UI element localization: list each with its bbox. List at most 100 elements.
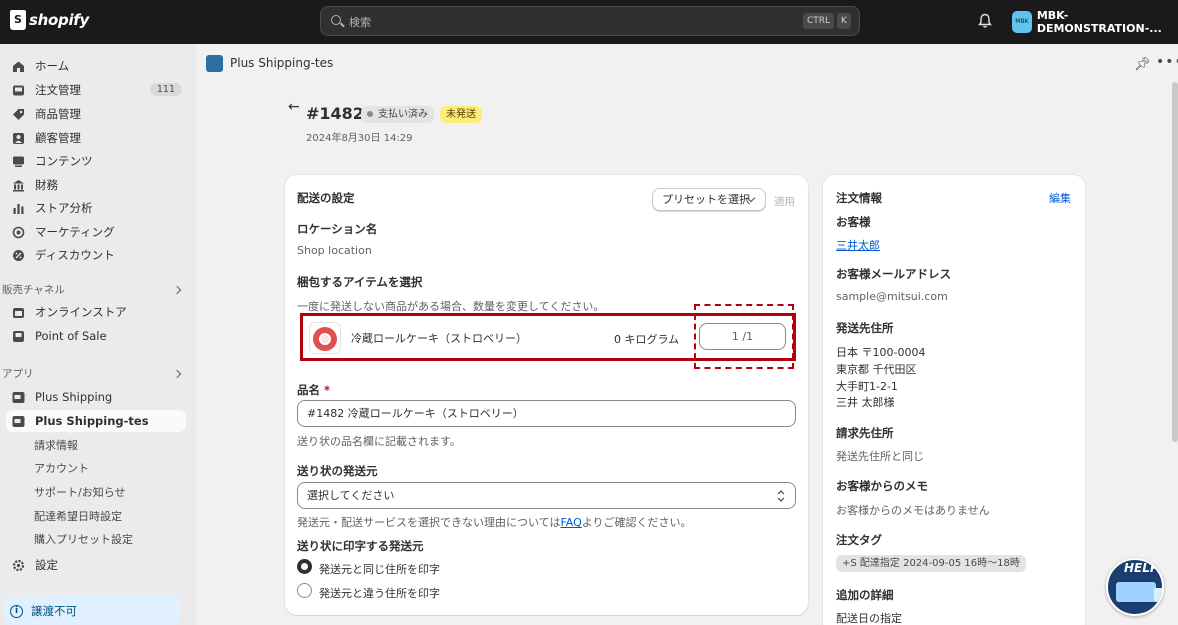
sub-item-purchase-preset[interactable]: 購入プリセット設定 xyxy=(34,531,133,547)
quantity-input[interactable]: 1 /1 xyxy=(699,323,786,350)
sender-help-prefix: 発送元・配送サービスを選択できない理由については xyxy=(297,516,561,529)
bell-icon[interactable] xyxy=(978,13,992,29)
additional-details-value: 配送日の指定 xyxy=(836,612,902,625)
sub-item-account[interactable]: アカウント xyxy=(34,460,89,476)
store-menu[interactable]: MBK MBK-DEMONSTRATION-... xyxy=(1012,9,1178,35)
shopify-bag-icon xyxy=(10,10,26,30)
more-actions-icon[interactable]: ••• xyxy=(1156,54,1178,70)
app-title-bar: Plus Shipping-tes 📌︎ ••• xyxy=(196,44,1178,82)
sidebar-item-discounts[interactable]: ディスカウント xyxy=(6,244,186,266)
sidebar-item-label: 設定 xyxy=(35,558,58,572)
order-tag-chip: +S 配達指定 2024-09-05 16時〜18時 xyxy=(836,555,1026,572)
pin-icon[interactable]: 📌︎ xyxy=(1134,57,1151,72)
content-icon xyxy=(13,156,24,167)
top-bar: shopify 検索 CTRL K MBK MBK-DEMONSTRATION-… xyxy=(0,0,1178,44)
sidebar-item-label: マーケティング xyxy=(35,225,115,239)
search-icon xyxy=(331,15,341,25)
sidebar-item-analytics[interactable]: ストア分析 xyxy=(6,197,186,219)
additional-details-label: 追加の詳細 xyxy=(836,588,894,602)
shipping-address-line: 大手町1-2-1 xyxy=(836,380,898,393)
product-name-input[interactable]: #1482 冷蔵ロールケーキ（ストロベリー） xyxy=(297,400,796,427)
sidebar-item-plus-shipping[interactable]: Plus Shipping xyxy=(6,386,186,408)
line-item-name: 冷蔵ロールケーキ（ストロベリー） xyxy=(351,332,527,345)
sidebar-item-marketing[interactable]: マーケティング xyxy=(6,221,186,243)
sidebar-item-content[interactable]: コンテンツ xyxy=(6,150,186,172)
edit-link[interactable]: 編集 xyxy=(1049,190,1071,206)
store-name: MBK-DEMONSTRATION-... xyxy=(1036,9,1162,35)
bank-icon xyxy=(13,179,24,191)
brand-name: shopify xyxy=(29,11,89,29)
location-value: Shop location xyxy=(297,244,372,257)
shipping-address-line: 日本 〒100-0004 xyxy=(836,346,926,359)
product-name-label: 品名 * xyxy=(297,382,330,398)
fulfillment-status-badge: 未発送 xyxy=(440,106,482,123)
radio-same-address[interactable] xyxy=(297,559,312,574)
delivery-truck-icon xyxy=(1116,582,1162,602)
sidebar-item-finance[interactable]: 財務 xyxy=(6,174,186,196)
sidebar-item-label: ディスカウント xyxy=(35,248,115,262)
print-sender-label: 送り状に印字する発送元 xyxy=(297,539,424,553)
apply-button[interactable]: 適用 xyxy=(774,194,795,209)
store-icon xyxy=(13,307,24,318)
roll-cake-image xyxy=(313,327,337,351)
shopify-logo[interactable]: shopify xyxy=(10,10,89,30)
customer-label: お客様 xyxy=(836,215,871,229)
shipping-address-line: 三井 太郎様 xyxy=(836,396,895,409)
radio-same-label[interactable]: 発送元と同じ住所を印字 xyxy=(319,561,440,577)
line-item-weight: 0 キログラム xyxy=(614,333,680,346)
customer-name-link[interactable]: 三井太郎 xyxy=(836,237,880,253)
customer-email: sample@mitsui.com xyxy=(836,290,948,303)
product-name-label-text: 品名 xyxy=(297,383,320,397)
non-transferable-notice[interactable]: i 譲渡不可 xyxy=(4,596,180,625)
sidebar-item-label: オンラインストア xyxy=(35,305,127,319)
radio-different-address[interactable] xyxy=(297,583,312,598)
sidebar-item-settings[interactable]: 設定 xyxy=(6,554,186,576)
sender-select-value: 選択してください xyxy=(307,489,395,502)
sidebar-item-customers[interactable]: 顧客管理 xyxy=(6,127,186,149)
store-avatar: MBK xyxy=(1012,11,1032,33)
faq-link[interactable]: FAQ xyxy=(560,516,581,529)
payment-status-badge: 支払い済み xyxy=(361,106,434,123)
billing-address-label: 請求先住所 xyxy=(836,426,894,440)
sender-label: 送り状の発送元 xyxy=(297,464,378,478)
sidebar-item-online-store[interactable]: オンラインストア xyxy=(6,301,186,323)
sidebar-item-label: 財務 xyxy=(35,178,58,192)
help-button[interactable]: HELP xyxy=(1106,558,1164,616)
target-icon xyxy=(12,226,25,238)
sub-item-delivery-time[interactable]: 配達希望日時設定 xyxy=(34,508,122,524)
sidebar-item-orders[interactable]: 注文管理 111 xyxy=(6,79,186,101)
sender-help-suffix: よりご確認ください。 xyxy=(581,516,692,529)
radio-different-label[interactable]: 発送元と違う住所を印字 xyxy=(319,585,440,601)
sub-item-billing[interactable]: 請求情報 xyxy=(34,437,78,453)
sender-help: 発送元・配送サービスを選択できない理由についてはFAQよりご確認ください。 xyxy=(297,514,692,530)
help-label: HELP xyxy=(1124,561,1159,575)
person-icon xyxy=(13,132,24,144)
billing-address-value: 発送先住所と同じ xyxy=(836,450,924,463)
sidebar-item-label: 商品管理 xyxy=(35,107,81,121)
page-scrollbar[interactable] xyxy=(1172,82,1178,442)
search-placeholder: 検索 xyxy=(349,16,371,29)
order-tags-label: 注文タグ xyxy=(836,533,882,547)
info-icon: i xyxy=(10,604,23,618)
preset-select-button[interactable]: プリセットを選択 xyxy=(652,188,766,211)
sidebar-item-home[interactable]: ホーム xyxy=(6,55,186,77)
preset-button-label: プリセットを選択 xyxy=(662,193,750,206)
sidebar-item-label: Plus Shipping xyxy=(35,390,113,404)
app-title: Plus Shipping-tes xyxy=(230,56,334,70)
back-arrow-icon[interactable]: ← xyxy=(288,99,300,115)
sub-item-support[interactable]: サポート/お知らせ xyxy=(34,484,126,500)
sidebar-item-point-of-sale[interactable]: Point of Sale xyxy=(6,325,186,347)
sidebar-item-plus-shipping-tes[interactable]: Plus Shipping-tes xyxy=(6,410,186,432)
sender-select[interactable]: 選択してください xyxy=(297,482,796,509)
product-thumbnail xyxy=(309,322,341,354)
gear-icon xyxy=(12,559,25,571)
shortcut-k: K xyxy=(837,13,851,29)
orders-count-badge: 111 xyxy=(149,83,182,96)
customer-memo-label: お客様からのメモ xyxy=(836,479,928,493)
select-arrows-icon xyxy=(777,490,785,502)
location-label: ロケーション名 xyxy=(297,222,378,236)
pos-icon xyxy=(13,330,24,342)
home-icon xyxy=(13,61,24,72)
search-bar[interactable]: 検索 CTRL K xyxy=(320,6,860,36)
sidebar-item-products[interactable]: 商品管理 xyxy=(6,103,186,125)
